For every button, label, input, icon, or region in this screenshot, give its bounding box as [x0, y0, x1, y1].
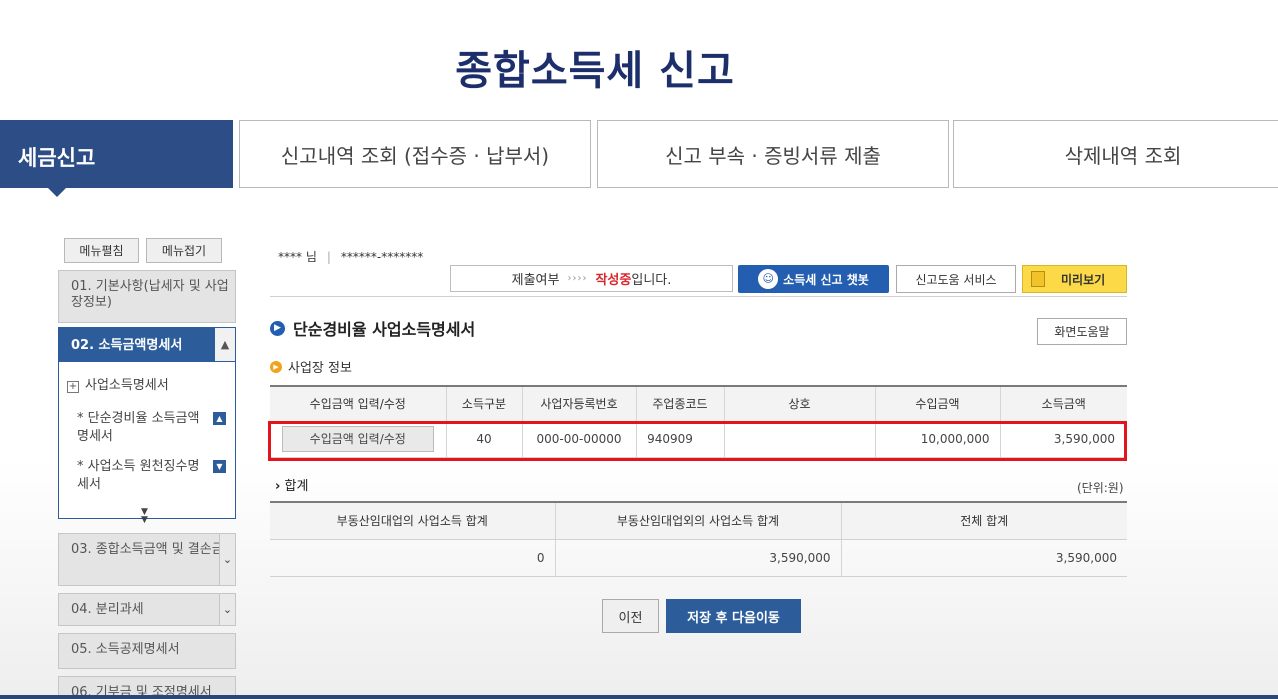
real-estate-total-cell: 0: [270, 539, 555, 577]
user-info: **** 님 | ******-*******: [278, 250, 424, 264]
sidebar-item-deductions[interactable]: 05. 소득공제명세서: [58, 633, 236, 669]
income-type-cell: 40: [445, 421, 522, 458]
sidebar-item-label: 02. 소득금액명세서: [71, 338, 183, 353]
sidebar-sub-header[interactable]: + 사업소득명세서: [67, 374, 169, 393]
non-real-estate-total-cell: 3,590,000: [554, 539, 841, 577]
sidebar-item-label: 01. 기본사항(납세자 및 사업장정보): [71, 279, 229, 310]
plus-icon: +: [67, 381, 79, 393]
revenue-cell: 10,000,000: [874, 421, 1000, 458]
preview-button[interactable]: 미리보기: [1022, 265, 1127, 293]
main-tabs: 세금신고 신고내역 조회 (접수증 · 납부서) 신고 부속 · 증빙서류 제출…: [0, 120, 1278, 197]
unit-label: (단위:원): [1077, 481, 1124, 495]
column-header: 수입금액: [874, 385, 1000, 422]
chevron-up-icon[interactable]: ▲: [215, 328, 235, 361]
divider: [270, 296, 1127, 297]
totals-table: 부동산임대업의 사업소득 합계 부동산임대업외의 사업소득 합계 전체 합계 0…: [270, 501, 1127, 577]
tab-filing-history[interactable]: 신고내역 조회 (접수증 · 납부서): [239, 120, 591, 188]
column-header: 상호: [723, 385, 875, 422]
column-header: 주업종코드: [635, 385, 724, 422]
revenue-input-button[interactable]: 수입금액 입력/수정: [281, 426, 434, 452]
chevron-up-icon[interactable]: ▲: [213, 412, 226, 425]
chevron-down-icon[interactable]: ⌄: [219, 594, 235, 625]
sidebar-item-basic-info[interactable]: 01. 기본사항(납세자 및 사업장정보): [58, 270, 236, 323]
business-info-title: ▶ 사업장 정보: [270, 357, 352, 376]
totals-title: › 합계: [275, 479, 309, 494]
industry-code-cell: 940909: [635, 421, 724, 458]
income-cell: 3,590,000: [999, 421, 1127, 458]
tab-deleted-history[interactable]: 삭제내역 조회: [953, 120, 1278, 188]
table-row: 수입금액 입력/수정 40 000-00-00000 940909 10,000…: [270, 421, 1127, 458]
column-header: 수입금액 입력/수정: [270, 385, 446, 422]
menu-expand-button[interactable]: 메뉴펼침: [64, 238, 139, 263]
prev-button[interactable]: 이전: [602, 599, 659, 633]
trade-name-cell: [723, 421, 875, 458]
column-header: 소득금액: [999, 385, 1127, 422]
chatbot-button[interactable]: ☺ 소득세 신고 챗봇: [738, 265, 889, 293]
table-row: 0 3,590,000 3,590,000: [270, 539, 1127, 577]
sidebar-subpanel: + 사업소득명세서 * 단순경비율 소득금액명세서 ▲ * 사업소득 원천징수명세…: [58, 362, 236, 519]
arrow-right-icon: ▶: [270, 360, 282, 373]
chevron-down-icon[interactable]: ▼: [213, 460, 226, 473]
screen-help-button[interactable]: 화면도움말: [1037, 318, 1127, 345]
sidebar-item-label: 05. 소득공제명세서: [71, 642, 180, 657]
chatbot-icon: ☺: [758, 269, 779, 289]
sidebar-subitem-withholding[interactable]: * 사업소득 원천징수명세서: [77, 458, 207, 494]
business-info-table: 수입금액 입력/수정 소득구분 사업자등록번호 주업종코드 상호 수입금액 소득…: [270, 385, 1127, 458]
sidebar-item-label: 04. 분리과세: [71, 602, 144, 617]
page-title: 종합소득세 신고: [455, 48, 735, 94]
column-header: 부동산임대업외의 사업소득 합계: [554, 501, 841, 540]
help-service-button[interactable]: 신고도움 서비스: [896, 265, 1016, 293]
save-next-button[interactable]: 저장 후 다음이동: [666, 599, 801, 633]
status-badge: 작성중: [595, 273, 632, 288]
sidebar-item-total-income[interactable]: 03. 종합소득금액 및 결손금 ⌄: [58, 533, 236, 586]
column-header: 부동산임대업의 사업소득 합계: [270, 501, 555, 540]
chevron-down-icon[interactable]: ⌄: [219, 534, 235, 585]
user-name: **** 님: [278, 250, 317, 264]
document-icon: [1031, 271, 1045, 287]
biz-reg-no-cell: 000-00-00000: [521, 421, 636, 458]
section-title: ▶ 단순경비율 사업소득명세서: [270, 316, 475, 340]
double-down-arrow-icon: ▼ ▼: [141, 507, 148, 525]
chevron-right-icon: ›: [275, 479, 281, 494]
column-header: 소득구분: [445, 385, 522, 422]
sidebar-item-label: 03. 종합소득금액 및 결손금: [71, 542, 224, 557]
tab-attachments[interactable]: 신고 부속 · 증빙서류 제출: [597, 120, 949, 188]
column-header: 사업자등록번호: [521, 385, 636, 422]
table-header-row: 수입금액 입력/수정 소득구분 사업자등록번호 주업종코드 상호 수입금액 소득…: [270, 385, 1127, 422]
bottom-bar: [0, 695, 1278, 699]
sidebar-item-separate-tax[interactable]: 04. 분리과세 ⌄: [58, 593, 236, 626]
table-header-row: 부동산임대업의 사업소득 합계 부동산임대업외의 사업소득 합계 전체 합계: [270, 501, 1127, 540]
arrow-right-icon: ▶: [270, 320, 285, 336]
tab-tax-filing[interactable]: 세금신고: [0, 120, 233, 197]
sidebar-subitem-simple-expense[interactable]: * 단순경비율 소득금액명세서: [77, 410, 207, 446]
column-header: 전체 합계: [840, 501, 1127, 540]
sidebar-item-income-statement[interactable]: 02. 소득금액명세서 ▲: [58, 327, 236, 362]
user-id: ******-*******: [340, 250, 424, 264]
grand-total-cell: 3,590,000: [840, 539, 1127, 577]
menu-collapse-button[interactable]: 메뉴접기: [146, 238, 222, 263]
submission-status: 제출여부 ›››› 작성중입니다.: [450, 265, 733, 292]
